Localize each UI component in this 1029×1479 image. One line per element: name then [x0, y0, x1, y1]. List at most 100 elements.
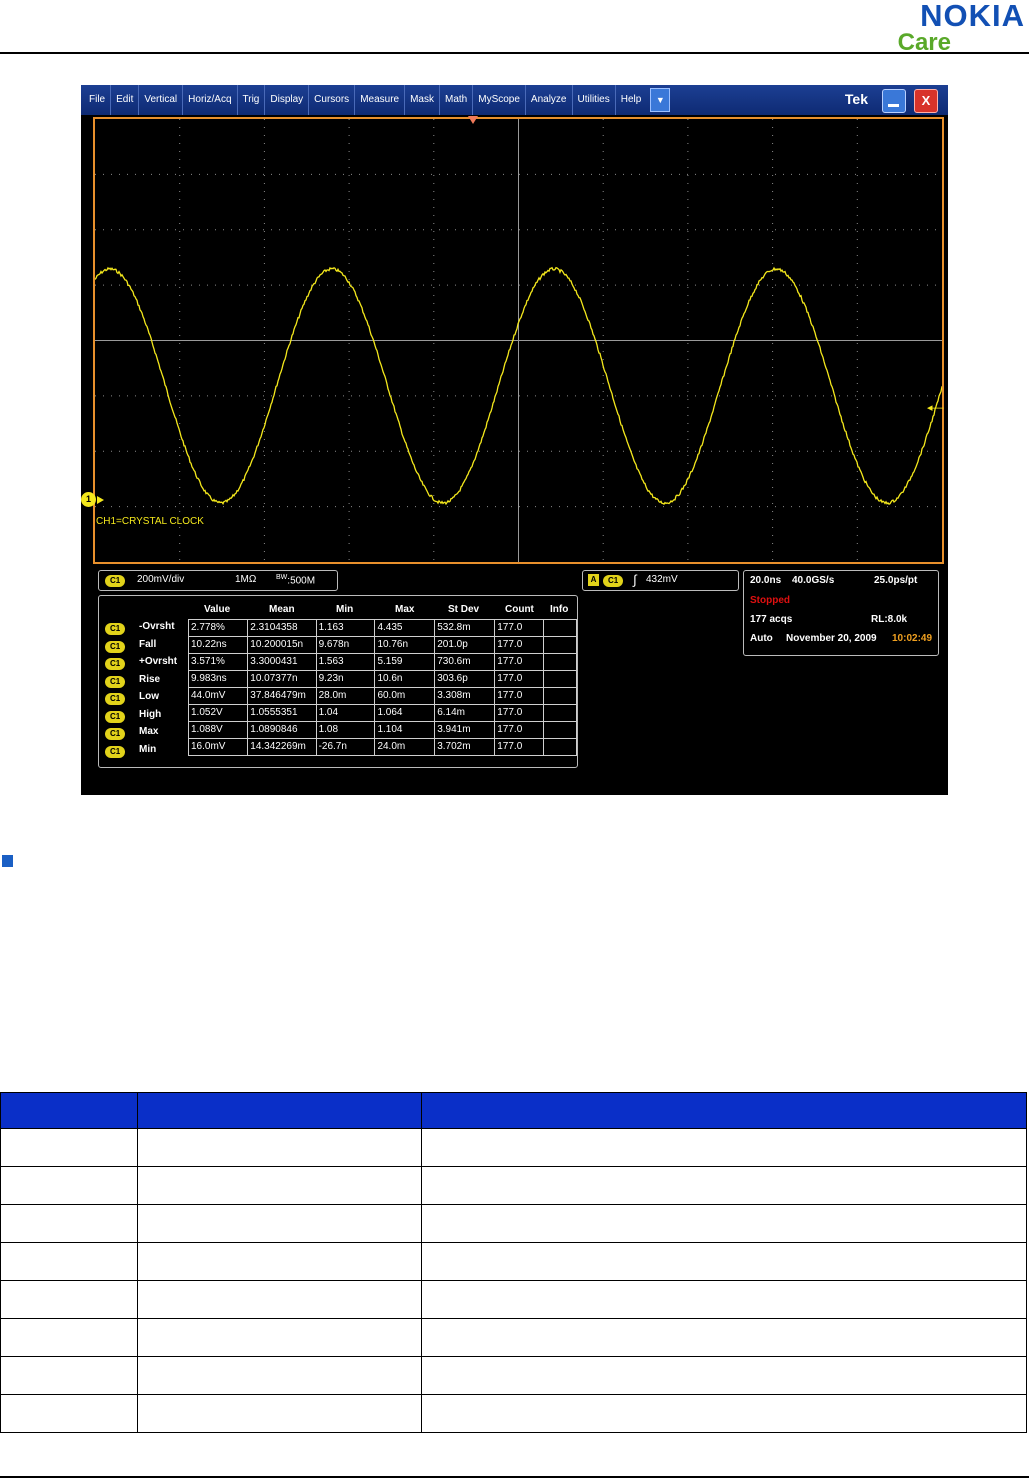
measurement-label: C1 +Ovrsht — [105, 654, 189, 671]
menu-dropdown-button[interactable]: ▼ — [650, 88, 671, 112]
table-header-cell — [421, 1092, 1027, 1129]
menu-mask[interactable]: Mask — [405, 85, 440, 115]
menu-measure[interactable]: Measure — [355, 85, 406, 115]
menu-math[interactable]: Math — [440, 85, 474, 115]
acquisition-state: Stopped — [750, 595, 790, 606]
measurement-label: C1 -Ovrsht — [105, 619, 189, 636]
measurement-cell: 1.0890846 — [247, 721, 317, 739]
measurement-cell: 10.22ns — [187, 636, 249, 654]
menu-analyze[interactable]: Analyze — [526, 85, 573, 115]
measurement-name: Max — [139, 726, 159, 737]
menu-trig[interactable]: Trig — [238, 85, 266, 115]
table-cell — [137, 1204, 422, 1243]
table-cell — [137, 1166, 422, 1205]
trigger-position-marker — [468, 116, 478, 124]
measurement-panel: Value Mean Min Max St Dev Count Info C1 -… — [98, 595, 578, 768]
menu-edit[interactable]: Edit — [111, 85, 140, 115]
trigger-channel-badge: C1 — [603, 575, 624, 587]
channel1-arrow-icon — [97, 496, 104, 504]
table-cell — [421, 1280, 1027, 1319]
table-cell — [421, 1204, 1027, 1243]
measurement-cell — [543, 636, 577, 654]
table-header-cell — [137, 1092, 422, 1129]
menu-vertical[interactable]: Vertical — [139, 85, 184, 115]
waveform-plot — [95, 119, 942, 562]
vertical-readout[interactable]: C1 200mV/div 1MΩ BW:500M — [98, 570, 338, 591]
measurement-cell: 3.308m — [434, 687, 496, 705]
menu-cursors[interactable]: Cursors — [309, 85, 356, 115]
menu-myscope[interactable]: MyScope — [473, 85, 526, 115]
waveform-graticule — [93, 117, 944, 564]
measurement-name: +Ovrsht — [139, 656, 178, 667]
sample-rate: 40.0GS/s — [792, 575, 835, 586]
table-cell — [137, 1394, 422, 1433]
menu-help[interactable]: Help — [616, 85, 647, 115]
measurement-cell: 1.104 — [374, 721, 436, 739]
measurement-row: 10.22ns 10.200015n 9.678n 10.76n 201.0p 177.0 — [187, 636, 577, 654]
col-header-count: Count — [505, 604, 534, 615]
measurement-cell: 201.0p — [434, 636, 496, 654]
measurement-cell: 177.0 — [494, 721, 545, 739]
measurement-cell: 1.052V — [187, 704, 249, 722]
measurement-cell: 60.0m — [374, 687, 436, 705]
table-header-cell — [0, 1092, 138, 1129]
measurement-row: 3.571% 3.3000431 1.563 5.159 730.6m 177.0 — [187, 653, 577, 671]
measurement-cell: 5.159 — [374, 653, 436, 671]
channel-badge: C1 — [105, 623, 126, 635]
menu-horiz-acq[interactable]: Horiz/Acq — [183, 85, 238, 115]
measurement-row: 16.0mV 14.342269m -26.7n 24.0m 3.702m 177.0 — [187, 738, 577, 756]
acquisition-count: 177 acqs — [750, 614, 793, 625]
col-header-info: Info — [550, 604, 569, 615]
measurement-cell — [543, 721, 577, 739]
measurement-cell: 9.678n — [315, 636, 376, 654]
measurement-cell: 6.14m — [434, 704, 496, 722]
table-cell — [421, 1242, 1027, 1281]
measurement-cell — [543, 670, 577, 688]
measurement-label: C1 Max — [105, 724, 189, 741]
minimize-button[interactable] — [882, 89, 906, 113]
measurement-cell: 14.342269m — [247, 738, 317, 756]
menu-file[interactable]: File — [84, 85, 112, 115]
measurement-cell: 1.0555351 — [247, 704, 317, 722]
table-row — [0, 1166, 1027, 1205]
measurement-cell: 4.435 — [374, 619, 436, 637]
table-row — [0, 1242, 1027, 1281]
measurement-row: 1.052V 1.0555351 1.04 1.064 6.14m 177.0 — [187, 704, 577, 722]
channel-badge: C1 — [105, 745, 126, 758]
table-cell — [0, 1128, 138, 1167]
horizontal-readout[interactable]: 20.0ns 40.0GS/s 25.0ps/pt Stopped 177 ac… — [743, 570, 939, 656]
close-button[interactable]: X — [914, 89, 938, 113]
measurement-cell — [543, 704, 577, 722]
header-rule — [0, 52, 1029, 54]
menu-display[interactable]: Display — [265, 85, 310, 115]
table-row — [0, 1318, 1027, 1357]
channel-badge: C1 — [105, 728, 126, 740]
trigger-readout[interactable]: A C1 ∫ 432mV — [582, 570, 739, 591]
table-cell — [0, 1394, 138, 1433]
measurement-cell — [543, 653, 577, 671]
measurement-row: 2.778% 2.3104358 1.163 4.435 532.8m 177.0 — [187, 619, 577, 637]
measurement-cell: 177.0 — [494, 653, 545, 671]
measurement-name: Low — [139, 691, 159, 702]
menu-utilities[interactable]: Utilities — [573, 85, 616, 115]
oscilloscope-screen: File Edit Vertical Horiz/Acq Trig Displa… — [81, 85, 948, 795]
measurement-cell: 1.064 — [374, 704, 436, 722]
measurement-row: 1.088V 1.0890846 1.08 1.104 3.941m 177.0 — [187, 721, 577, 739]
measurement-cell: 9.983ns — [187, 670, 249, 688]
table-cell — [137, 1280, 422, 1319]
measurement-cell: 177.0 — [494, 670, 545, 688]
measurement-cell: 9.23n — [315, 670, 376, 688]
parameter-table — [0, 1092, 1027, 1433]
measurement-cell: 177.0 — [494, 704, 545, 722]
measurement-name: Min — [139, 743, 157, 755]
col-header-value: Value — [204, 604, 231, 615]
measurement-label: C1 Fall — [105, 637, 189, 654]
measurement-cell: 1.04 — [315, 704, 376, 722]
measurement-row: 44.0mV 37.846479m 28.0m 60.0m 3.308m 177.0 — [187, 687, 577, 705]
measurement-cell: 730.6m — [434, 653, 496, 671]
measurement-cell: 10.07377n — [247, 670, 317, 688]
measurement-label: C1 Rise — [105, 672, 189, 689]
measurement-cell — [543, 738, 577, 756]
bw-symbol: BW — [276, 574, 288, 581]
measurement-cell: 177.0 — [494, 619, 545, 637]
